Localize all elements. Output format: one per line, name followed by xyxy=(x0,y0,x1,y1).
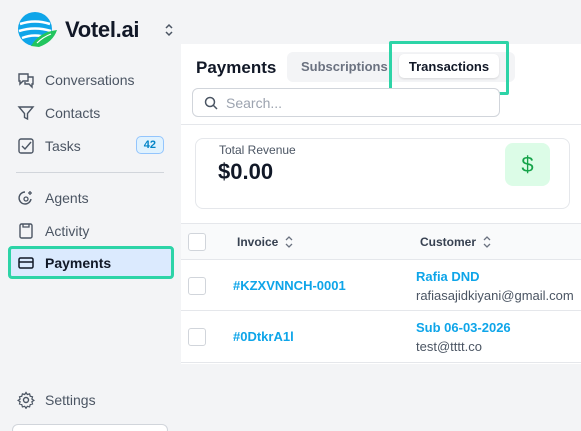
checkbox-icon xyxy=(16,136,36,156)
column-header-label: Customer xyxy=(420,235,477,249)
revenue-label: Total Revenue xyxy=(219,143,296,157)
search-input[interactable] xyxy=(226,94,486,111)
card-icon xyxy=(16,253,36,273)
invoice-link[interactable]: #0DtkrA1l xyxy=(233,329,294,344)
page-title: Payments xyxy=(196,58,277,77)
sidebar: Votel.ai Conversations Contacts Tasks 42… xyxy=(0,0,181,431)
sidebar-item-label: Contacts xyxy=(45,105,101,121)
table-row[interactable]: #KZXVNNCH-0001 Rafia DND rafiasajidkiyan… xyxy=(181,260,581,311)
customer-email: test@tttt.co xyxy=(416,339,482,354)
column-header-invoice[interactable]: Invoice xyxy=(237,235,294,249)
select-all-checkbox[interactable] xyxy=(188,233,206,251)
header-divider xyxy=(181,124,581,125)
activity-icon xyxy=(16,221,36,241)
sidebar-item-label: Payments xyxy=(45,254,112,271)
sidebar-item-payments[interactable]: Payments xyxy=(8,246,174,279)
customer-name[interactable]: Sub 06-03-2026 xyxy=(416,320,511,335)
gear-icon xyxy=(16,390,36,410)
dollar-symbol: $ xyxy=(521,151,534,177)
workspace-switcher[interactable] xyxy=(12,424,168,431)
tab-transactions[interactable]: Transactions xyxy=(399,54,499,78)
invoice-link[interactable]: #KZXVNNCH-0001 xyxy=(233,278,346,293)
sidebar-item-settings[interactable]: Settings xyxy=(16,390,96,410)
customer-name[interactable]: Rafia DND xyxy=(416,269,480,284)
total-revenue-card: Total Revenue $0.00 $ xyxy=(195,138,570,209)
row-checkbox[interactable] xyxy=(188,328,206,346)
sidebar-item-tasks[interactable]: Tasks 42 xyxy=(8,130,174,162)
brand-name: Votel.ai xyxy=(65,17,140,42)
sort-icon xyxy=(285,236,293,248)
chevron-updown-icon[interactable] xyxy=(163,21,175,39)
settings-label: Settings xyxy=(45,392,96,408)
table-row[interactable]: #0DtkrA1l Sub 06-03-2026 test@tttt.co xyxy=(181,311,581,363)
filter-icon xyxy=(16,103,36,123)
sidebar-item-conversations[interactable]: Conversations xyxy=(8,64,174,96)
column-header-customer[interactable]: Customer xyxy=(420,235,492,249)
sidebar-item-label: Conversations xyxy=(45,72,135,88)
sidebar-item-label: Agents xyxy=(45,190,89,206)
sidebar-item-label: Tasks xyxy=(45,138,81,154)
sidebar-divider xyxy=(16,172,164,173)
dollar-icon: $ xyxy=(505,143,550,186)
agents-icon xyxy=(16,188,36,208)
tab-subscriptions[interactable]: Subscriptions xyxy=(301,59,388,74)
sidebar-item-label: Activity xyxy=(45,223,90,239)
tasks-count-badge: 42 xyxy=(135,136,164,154)
table-header: Invoice Customer xyxy=(181,223,581,260)
votel-logo-icon xyxy=(18,12,57,47)
sort-icon xyxy=(483,236,491,248)
column-header-label: Invoice xyxy=(237,235,279,249)
customer-email: rafiasajidkiyani@gmail.com xyxy=(416,288,574,303)
row-checkbox[interactable] xyxy=(188,277,206,295)
sidebar-item-activity[interactable]: Activity xyxy=(8,215,174,247)
conversations-icon xyxy=(16,70,36,90)
sidebar-item-contacts[interactable]: Contacts xyxy=(8,97,174,129)
search-icon xyxy=(204,96,218,110)
brand[interactable]: Votel.ai xyxy=(17,10,177,50)
revenue-value: $0.00 xyxy=(218,159,274,184)
sidebar-item-agents[interactable]: Agents xyxy=(8,182,174,214)
search-box[interactable] xyxy=(192,88,500,117)
